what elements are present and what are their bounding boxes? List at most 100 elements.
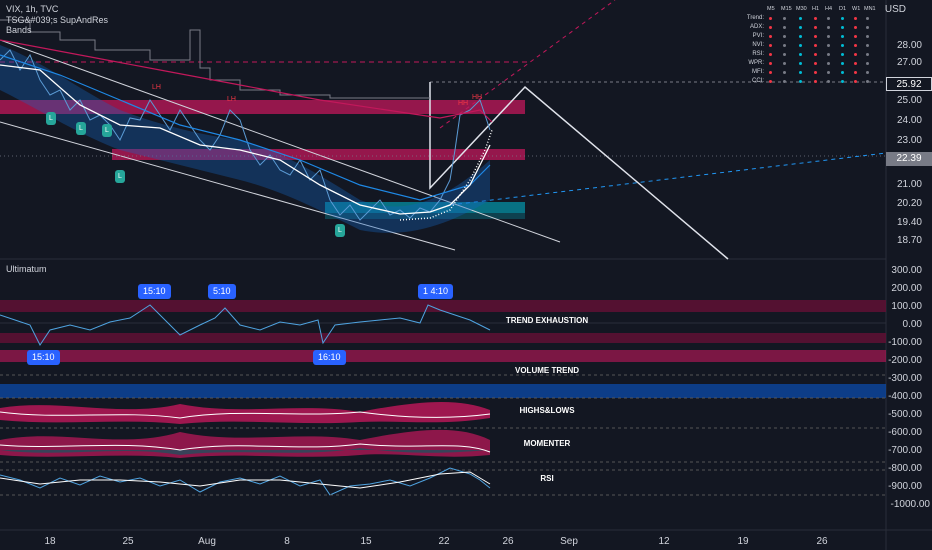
osc-tick: -300.00 [888,373,922,384]
signal-dot [769,62,772,65]
time-tick: 12 [658,536,670,547]
low-marker: L [102,124,112,137]
panel-highs-lows: HIGHS&LOWS [519,406,575,415]
price-tick: 28.00 [896,40,922,51]
signal-dot [769,26,772,29]
signal-dot [799,17,802,20]
time-tick: 22 [438,536,450,547]
price-tick: 18.70 [896,235,922,246]
signal-dot [854,62,857,65]
signal-dot [854,35,857,38]
indicator-supandres[interactable]: TSG&#039;s SupAndRes [6,15,108,25]
signal-dot [827,17,830,20]
time-tick: 18 [44,536,56,547]
signal-dot [783,44,786,47]
symbol-title[interactable]: VIX, 1h, TVC [6,4,58,14]
signal-dot [841,44,844,47]
signal-dot [799,44,802,47]
signal-dot [841,35,844,38]
price-tick: 21.00 [896,179,922,190]
signal-dot [827,62,830,65]
signal-dot [799,53,802,56]
osc-tick: 300.00 [891,265,922,276]
signal-dot [854,26,857,29]
hh-marker: HH [472,94,483,101]
currency-label: USD [884,4,906,15]
signal-dot [769,35,772,38]
signal-dot [769,53,772,56]
panel-trend-exhaustion: TREND EXHAUSTION [505,316,589,325]
signal-dot [827,44,830,47]
signal-dot [769,44,772,47]
price-tick: 24.00 [896,115,922,126]
signal-dot [814,26,817,29]
signal-dot [769,17,772,20]
signal-dot [866,26,869,29]
osc-tick: -600.00 [888,427,922,438]
signal-dot [827,35,830,38]
osc-tick: -900.00 [888,481,922,492]
signal-dot [814,17,817,20]
signal-tag: 16:10 [313,350,346,365]
osc-tick: 100.00 [891,301,922,312]
signal-dot [799,26,802,29]
signal-dot [841,26,844,29]
signal-dot [866,44,869,47]
oscillator-name[interactable]: Ultimatum [6,264,47,274]
time-tick: 19 [737,536,749,547]
signal-dot [814,71,817,74]
price-line [0,49,491,221]
signal-dot [827,80,830,83]
osc-tick: -400.00 [888,391,922,402]
signal-dot [841,53,844,56]
time-tick: 25 [122,536,134,547]
indicator-bands[interactable]: Bands [6,25,32,35]
signal-dot [783,35,786,38]
lh-marker: LH [227,96,236,103]
osc-tick: -200.00 [888,355,922,366]
signal-dot [841,80,844,83]
signal-dot [827,26,830,29]
signal-dot [841,71,844,74]
signal-dot [827,53,830,56]
osc-tick: -100.00 [888,337,922,348]
signal-dot [769,80,772,83]
signal-dot [814,80,817,83]
osc-tick: 200.00 [891,283,922,294]
price-tick: 23.00 [896,135,922,146]
osc-tick: -800.00 [888,463,922,474]
signal-dot [814,35,817,38]
signal-tag: 15:10 [27,350,60,365]
signal-dot [799,62,802,65]
current-price-badge: 22.39 [886,152,932,166]
price-tick: 27.00 [896,57,922,68]
signal-dot [783,26,786,29]
signal-tag: 15:10 [138,284,171,299]
signal-dot [783,71,786,74]
signal-dot [841,17,844,20]
chart-canvas[interactable] [0,0,932,550]
signal-dot [854,44,857,47]
signal-dot [799,35,802,38]
signal-dot [799,80,802,83]
signal-dot [814,62,817,65]
time-tick: 26 [816,536,828,547]
signal-dot [866,71,869,74]
price-tick: 19.40 [896,217,922,228]
signal-dot [783,80,786,83]
signal-dot [854,53,857,56]
signal-dot [854,71,857,74]
time-tick: 8 [284,536,290,547]
time-tick: 15 [360,536,372,547]
time-tick: 26 [502,536,514,547]
hh-marker: HH [458,100,469,107]
osc-tick: -1000.00 [890,499,930,510]
signal-dot [866,35,869,38]
osc-tick: -700.00 [888,445,922,456]
last-price-badge: 25.92 [886,77,932,91]
signal-dot [783,62,786,65]
mtf-dashboard: M5 M15 M30 H1 H4 D1 W1 MN1 Trend: ADX: P… [746,6,876,84]
signal-dot [799,71,802,74]
lh-marker: LH [152,84,161,91]
signal-dot [866,53,869,56]
